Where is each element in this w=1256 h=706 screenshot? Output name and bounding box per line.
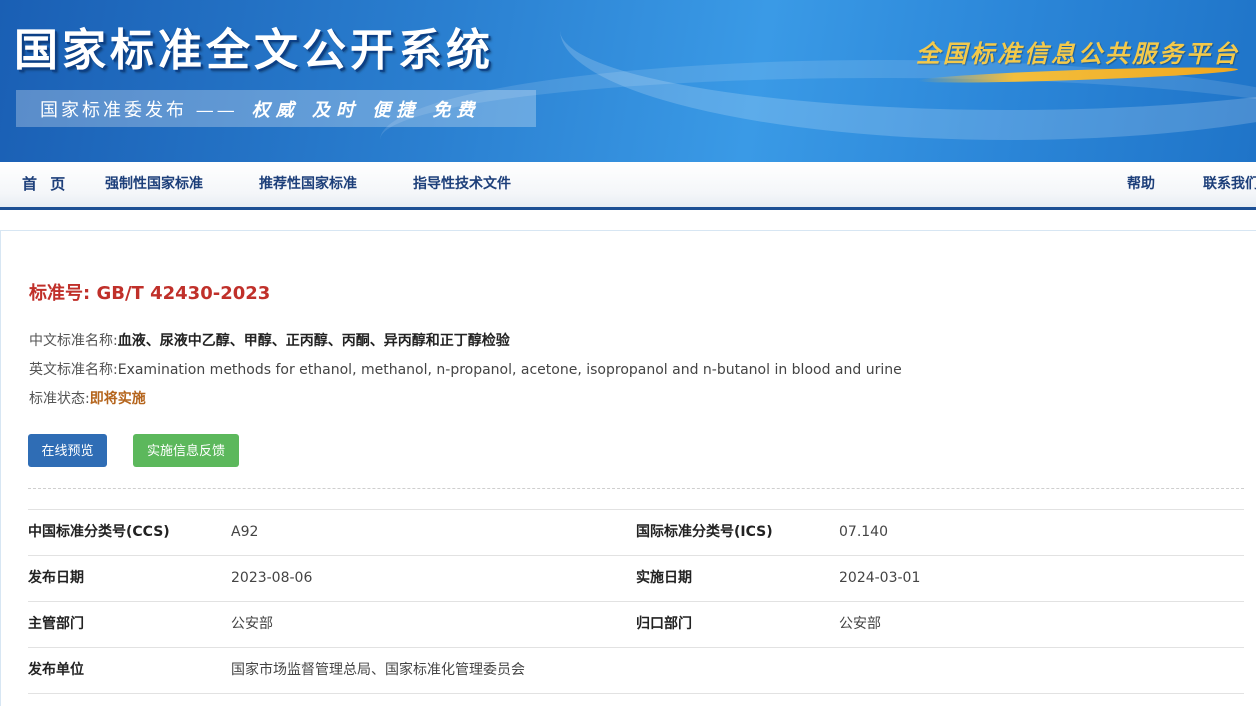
standard-number-label: 标准号:	[29, 283, 91, 304]
standard-number-value: GB/T 42430-2023	[96, 283, 271, 304]
en-name-value: Examination methods for ethanol, methano…	[117, 362, 902, 378]
cn-name-label: 中文标准名称:	[29, 333, 118, 349]
ccs-label: 中国标准分类号(CCS)	[28, 524, 170, 540]
table-row: 发布单位 国家市场监督管理总局、国家标准化管理委员会	[28, 648, 1244, 694]
table-row: 发布日期 2023-08-06 实施日期 2024-03-01	[28, 556, 1244, 602]
authority-label: 主管部门	[28, 616, 84, 632]
nav-recommended-standards[interactable]: 推荐性国家标准	[259, 162, 357, 207]
nav-home[interactable]: 首 页	[22, 162, 69, 207]
nav-contact[interactable]: 联系我们	[1203, 162, 1256, 207]
status-row: 标准状态:即将实施	[29, 388, 146, 408]
centralized-dept-value: 公安部	[839, 616, 881, 632]
publish-date-label: 发布日期	[28, 570, 84, 586]
site-title: 国家标准全文公开系统	[14, 25, 494, 76]
table-row: 中国标准分类号(CCS) A92 国际标准分类号(ICS) 07.140	[28, 510, 1244, 556]
motto-text: 权威 及时 便捷 免费	[251, 99, 481, 121]
status-value: 即将实施	[89, 391, 146, 407]
cn-name-value: 血液、尿液中乙醇、甲醇、正丙醇、丙酮、异丙醇和正丁醇检验	[117, 333, 510, 349]
platform-name: 全国标准信息公共服务平台	[916, 39, 1240, 68]
issuer-label: 发布单位	[28, 662, 84, 678]
standard-number: 标准号: GB/T 42430-2023	[29, 279, 270, 305]
ccs-value: A92	[231, 524, 259, 540]
header-banner: 国家标准全文公开系统 国家标准委发布 —— 权威 及时 便捷 免费 全国标准信息…	[0, 0, 1256, 162]
cn-name-row: 中文标准名称:血液、尿液中乙醇、甲醇、正丙醇、丙酮、异丙醇和正丁醇检验	[29, 330, 510, 350]
authority-value: 公安部	[231, 616, 273, 632]
ics-value: 07.140	[839, 524, 888, 540]
implement-date-value: 2024-03-01	[839, 570, 921, 586]
metadata-table: 中国标准分类号(CCS) A92 国际标准分类号(ICS) 07.140 发布日…	[28, 509, 1244, 694]
implementation-feedback-button[interactable]: 实施信息反馈	[133, 434, 239, 467]
table-row: 主管部门 公安部 归口部门 公安部	[28, 602, 1244, 648]
divider	[28, 488, 1244, 489]
main-nav: 首 页 强制性国家标准 推荐性国家标准 指导性技术文件 帮助 联系我们	[0, 162, 1256, 210]
en-name-label: 英文标准名称:	[29, 362, 118, 378]
publish-date-value: 2023-08-06	[231, 570, 313, 586]
publisher-text: 国家标准委发布 ——	[40, 99, 238, 121]
standard-detail-panel: 标准号: GB/T 42430-2023 中文标准名称:血液、尿液中乙醇、甲醇、…	[0, 230, 1256, 706]
en-name-row: 英文标准名称:Examination methods for ethanol, …	[29, 359, 902, 379]
tagline: 国家标准委发布 —— 权威 及时 便捷 免费	[16, 90, 536, 127]
nav-help[interactable]: 帮助	[1127, 162, 1155, 207]
centralized-dept-label: 归口部门	[636, 616, 692, 632]
implement-date-label: 实施日期	[636, 570, 692, 586]
nav-guidance-documents[interactable]: 指导性技术文件	[413, 162, 511, 207]
online-preview-button[interactable]: 在线预览	[28, 434, 107, 467]
nav-mandatory-standards[interactable]: 强制性国家标准	[105, 162, 203, 207]
issuer-value: 国家市场监督管理总局、国家标准化管理委员会	[231, 662, 525, 678]
ics-label: 国际标准分类号(ICS)	[636, 524, 773, 540]
status-label: 标准状态:	[29, 391, 90, 407]
